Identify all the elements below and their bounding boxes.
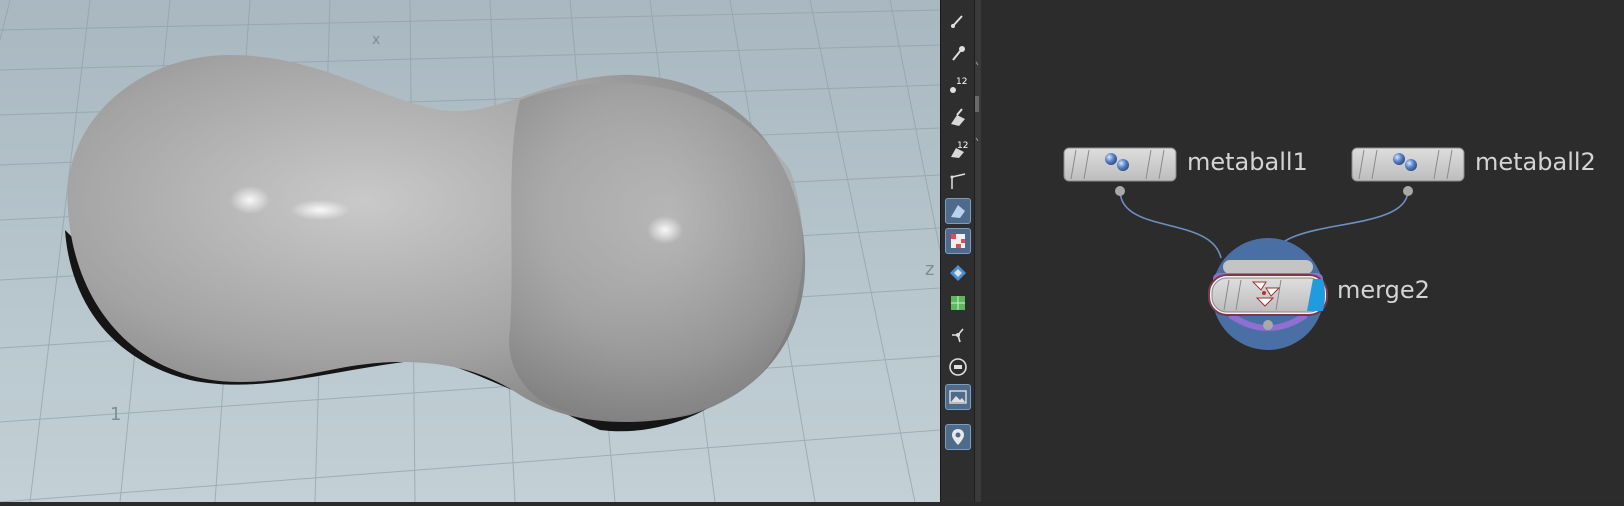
- pose-tool-icon[interactable]: [945, 40, 971, 66]
- node-metaball2[interactable]: [1351, 147, 1465, 196]
- texture-checker-icon[interactable]: [945, 228, 971, 254]
- x-axis-label: 1: [110, 404, 121, 425]
- background-image-icon[interactable]: [945, 384, 971, 410]
- point-number-icon[interactable]: 12: [945, 72, 971, 98]
- node-output-connector[interactable]: [1263, 320, 1273, 330]
- primitive-number-icon[interactable]: 12: [945, 136, 971, 162]
- node-merge2[interactable]: [1208, 238, 1328, 350]
- node-label-metaball2: metaball2: [1475, 148, 1596, 176]
- metaball-icon: [1393, 153, 1405, 165]
- primitive-tool-icon[interactable]: [945, 104, 971, 130]
- svg-text:12: 12: [956, 77, 967, 87]
- edge-tool-icon[interactable]: [945, 168, 971, 194]
- viewport-canvas: 1 z x: [0, 0, 940, 502]
- node-label-metaball1: metaball1: [1187, 148, 1308, 176]
- node-metaball1[interactable]: [1063, 147, 1177, 196]
- network-editor[interactable]: metaball1 metaball2 merge2: [981, 0, 1624, 502]
- select-tool-icon[interactable]: [945, 8, 971, 34]
- viewport-toolbar: 12 12: [940, 0, 975, 502]
- uv-grid-icon[interactable]: [945, 290, 971, 316]
- shading-tool-icon[interactable]: [945, 198, 971, 224]
- wire-metaball1-merge2: [1119, 189, 1222, 259]
- scene-viewport[interactable]: 1 z x: [0, 0, 940, 502]
- metaball-icon: [1105, 153, 1117, 165]
- node-output-connector[interactable]: [1403, 186, 1413, 196]
- top-axis-label: x: [372, 32, 380, 48]
- node-label-merge2: merge2: [1337, 276, 1430, 304]
- handle-tool-icon[interactable]: [945, 322, 971, 348]
- network-canvas: [1063, 147, 1465, 350]
- z-axis-label: z: [925, 259, 934, 280]
- node-output-connector[interactable]: [1115, 186, 1125, 196]
- circle-tool-icon[interactable]: [945, 354, 971, 380]
- snapping-icon[interactable]: [945, 260, 971, 286]
- svg-text:12: 12: [957, 141, 968, 151]
- location-pin-icon[interactable]: [945, 424, 971, 450]
